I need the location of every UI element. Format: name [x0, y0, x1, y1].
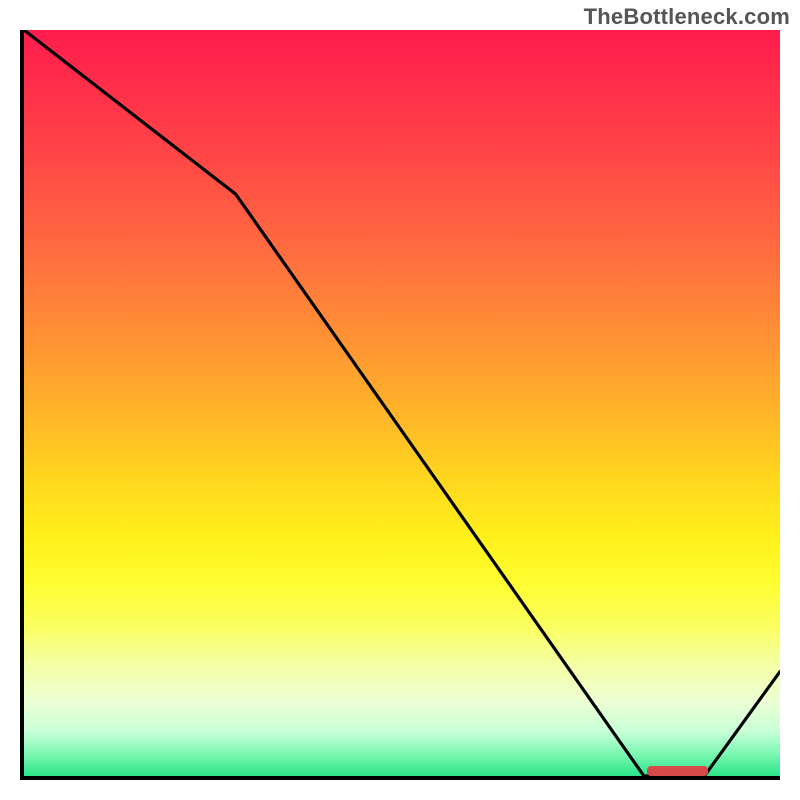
- plot-area: [20, 30, 780, 780]
- bottleneck-curve: [24, 30, 780, 776]
- optimal-range-marker: [647, 766, 708, 776]
- attribution-text: TheBottleneck.com: [584, 4, 790, 30]
- curve-layer: [24, 30, 780, 776]
- chart-container: TheBottleneck.com: [0, 0, 800, 800]
